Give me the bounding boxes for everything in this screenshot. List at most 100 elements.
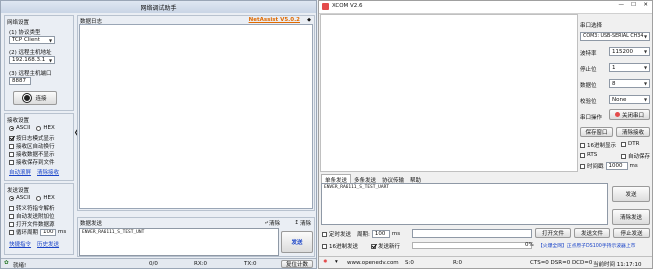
- xcom-send-text-area[interactable]: ENVER_RA6111_S_TEST_UART: [321, 183, 608, 225]
- stop-bits-label: 停止位: [580, 67, 597, 73]
- data-log-panel: 数据日志 NetAssist V5.0.2 ◆: [77, 15, 315, 211]
- protocol-select[interactable]: TCP Client ▼: [9, 36, 55, 44]
- netassist-title: 网络调试助手: [140, 5, 177, 12]
- recv-settings-group: 接收设置 ASCII HEX 按日志模式显示 接收区自动换行 接收数据不显示 接…: [4, 113, 74, 181]
- status-count-total: 0/0: [149, 261, 158, 267]
- xcom-send-button[interactable]: 发送: [612, 186, 650, 202]
- status-ready: 就绪!: [13, 263, 27, 269]
- send-option-file[interactable]: 打开文件数据源: [9, 220, 55, 228]
- close-port-button[interactable]: 关闭串口: [609, 109, 650, 120]
- xcom-receive-area[interactable]: [320, 14, 578, 172]
- quick-cmd-link[interactable]: 快捷指令: [9, 240, 31, 248]
- stop-bits-select[interactable]: 1 ▼: [609, 63, 650, 72]
- send-ascii-radio[interactable]: [9, 195, 14, 201]
- gear-icon[interactable]: ✹: [323, 259, 328, 265]
- power-icon: [614, 112, 620, 117]
- minimize-icon[interactable]: —: [619, 2, 625, 8]
- send-encoding: ASCII HEX: [9, 195, 55, 201]
- auto-save-checkbox[interactable]: 自动保存: [621, 152, 650, 160]
- status-signals: CTS=0 DSR=0 DCD=0: [530, 260, 593, 266]
- netassist-status-bar: ✿ 就绪! 0/0 RX:0 TX:0 复位计数: [1, 258, 316, 269]
- newline-checkbox[interactable]: 发送新行: [371, 242, 400, 250]
- chevron-down-icon: ▼: [643, 97, 648, 102]
- recv-ascii-radio[interactable]: [9, 125, 14, 131]
- clear-send-button[interactable]: ⤶ 清除: [264, 219, 280, 228]
- cycle-checkbox[interactable]: [9, 229, 14, 235]
- chevron-down-icon: ▼: [48, 37, 53, 43]
- sort-icon: ▾: [335, 259, 338, 265]
- send-hex-radio[interactable]: [36, 195, 42, 201]
- data-bits-select[interactable]: 8 ▼: [609, 79, 650, 88]
- timestamp-row: 时间戳 1000 ms: [580, 162, 638, 170]
- clear-send-button-xcom[interactable]: 清除发送: [612, 209, 650, 225]
- chevron-down-icon: ▼: [643, 81, 648, 86]
- recv-settings-heading: 接收设置: [7, 118, 30, 124]
- xcom-status-bar: ✹ ▾ www.openedv.com S:0 R:0 CTS=0 DSR=0 …: [319, 256, 652, 268]
- port-label: (3) 远程主机端口: [9, 71, 52, 77]
- status-count-tx: TX:0: [244, 261, 257, 267]
- pin-icon[interactable]: ◆: [307, 17, 311, 23]
- net-settings-group: 网络设置 (1) 协议类型 TCP Client ▼ (2) 远程主机地址 192…: [4, 15, 74, 111]
- promo-link[interactable]: 【火爆全网】正点原子DS100手持示波器上市: [538, 242, 635, 249]
- data-send-label: 数据发送: [80, 221, 103, 227]
- recv-option-hide[interactable]: 接收数据不显示: [9, 150, 55, 158]
- port-input[interactable]: 8887: [9, 77, 31, 85]
- parity-select[interactable]: None ▼: [609, 95, 650, 104]
- send-button[interactable]: 发送: [281, 231, 313, 253]
- clear-receive-button[interactable]: 清除接收: [616, 127, 650, 137]
- period-input[interactable]: 100: [371, 230, 390, 238]
- baud-select[interactable]: 115200 ▼: [609, 47, 650, 56]
- send-text-area[interactable]: ENVER_RA6111_S_TEST_UNT: [79, 228, 279, 256]
- send-links: 快捷指令 历史发送: [9, 240, 59, 248]
- send-settings-group: 发送设置 ASCII HEX 转义符指令解析 自动发送附加位 打开文件数据源 循…: [4, 183, 74, 255]
- recv-option-log-mode[interactable]: 按日志模式显示: [9, 134, 55, 142]
- timed-send-checkbox[interactable]: [322, 231, 327, 237]
- open-file-button[interactable]: 打开文件: [535, 228, 571, 238]
- chevron-down-icon: ▼: [643, 65, 648, 70]
- arrow-up-icon: ↥: [294, 220, 299, 226]
- xcom-title-bar: XCOM V2.6 — ☐ ✕: [319, 1, 652, 14]
- progress-value: 0%: [525, 242, 534, 248]
- data-send-panel: 数据发送 ⤶ 清除 ↥ 清除 ENVER_RA6111_S_TEST_UNT 发送: [77, 217, 315, 257]
- xcom-title: XCOM V2.6: [332, 3, 363, 9]
- timed-send-row: 定时发送 周期: 100 ms: [322, 230, 400, 238]
- timestamp-input[interactable]: 1000: [605, 162, 628, 170]
- netassist-title-bar: 网络调试助手: [1, 1, 316, 13]
- xcom-window: XCOM V2.6 — ☐ ✕ 串口选择 COM3: USB-SERIAL CH…: [318, 0, 653, 269]
- recv-option-save[interactable]: 接收保存到文件: [9, 158, 55, 166]
- history-link[interactable]: 历史发送: [37, 240, 59, 248]
- send-file-button[interactable]: 发送文件: [574, 228, 610, 238]
- rts-checkbox[interactable]: RTS: [580, 152, 597, 158]
- auto-scroll-link[interactable]: 自动滚屏: [9, 168, 31, 176]
- timestamp-checkbox[interactable]: [580, 163, 585, 169]
- status-s: S:0: [405, 260, 414, 266]
- clear-recv-link[interactable]: 清除接收: [37, 168, 59, 176]
- recv-hex-radio[interactable]: [36, 125, 42, 131]
- dtr-checkbox[interactable]: DTR: [621, 141, 639, 147]
- cycle-input[interactable]: 100: [40, 228, 57, 236]
- stop-send-button[interactable]: 停止发送: [613, 228, 650, 238]
- website-link[interactable]: www.openedv.com: [347, 260, 399, 266]
- send-option-append[interactable]: 自动发送附加位: [9, 212, 55, 220]
- file-path-field[interactable]: [412, 229, 532, 238]
- close-icon[interactable]: ✕: [643, 2, 648, 8]
- protocol-label: (1) 协议类型: [9, 30, 41, 36]
- hex-send-checkbox[interactable]: 16进制发送: [322, 242, 358, 250]
- clear-all-button[interactable]: ↥ 清除: [294, 219, 311, 227]
- status-count-rx: RX:0: [194, 261, 207, 267]
- connect-button[interactable]: 连接: [13, 91, 57, 105]
- serial-op-label: 串口操作: [580, 115, 603, 121]
- parity-label: 校验位: [580, 99, 597, 105]
- maximize-icon[interactable]: ☐: [631, 2, 636, 8]
- hex-display-checkbox[interactable]: 16进制显示: [580, 141, 616, 149]
- send-option-escape[interactable]: 转义符指令解析: [9, 204, 55, 212]
- eraser-icon: ⤶: [264, 219, 268, 226]
- host-input[interactable]: 192.168.3.1 ▼: [9, 56, 55, 64]
- chevron-down-icon: ▼: [643, 34, 648, 39]
- send-settings-heading: 发送设置: [7, 188, 30, 194]
- reset-count-button[interactable]: 复位计数: [281, 260, 313, 268]
- save-window-button[interactable]: 保存窗口: [580, 127, 613, 137]
- data-log-area[interactable]: [79, 24, 313, 209]
- port-select[interactable]: COM3: USB-SERIAL CH34 ▼: [580, 32, 650, 41]
- recv-option-wrap[interactable]: 接收区自动换行: [9, 142, 55, 150]
